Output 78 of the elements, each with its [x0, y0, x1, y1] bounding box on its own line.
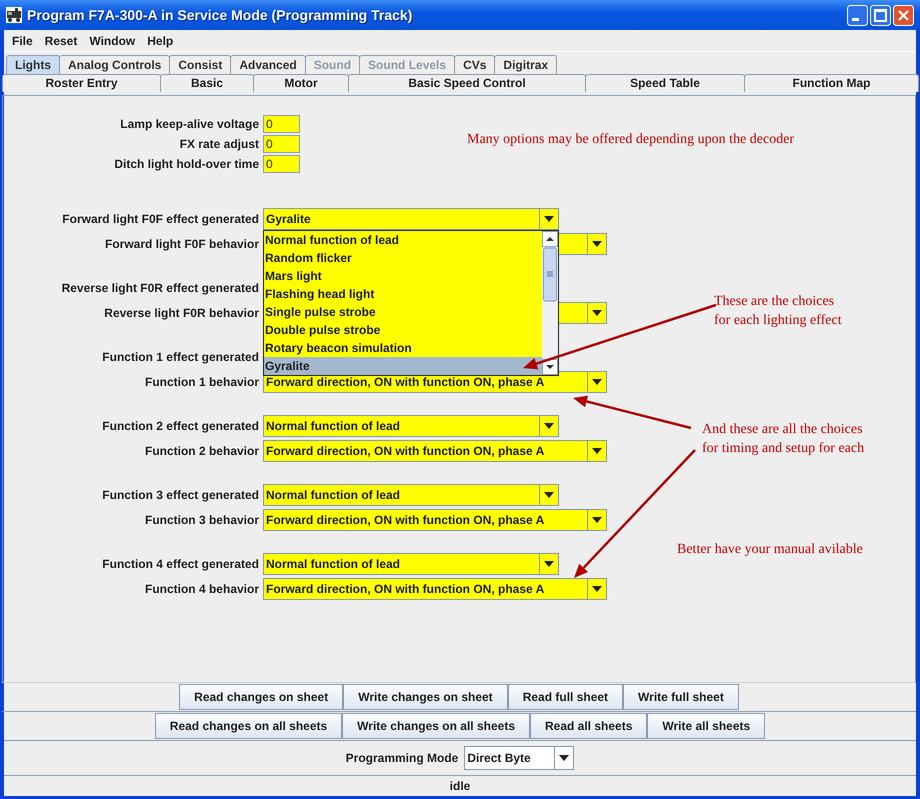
- field-label: Function 2 effect generated: [101, 418, 259, 432]
- caret-icon: [592, 586, 602, 592]
- annotation-text: for timing and setup for each: [702, 440, 864, 458]
- maximize-icon[interactable]: [870, 4, 891, 26]
- button[interactable]: Write changes on all sheets: [342, 713, 530, 739]
- field-label: Forward light F0F effect generated: [61, 212, 259, 226]
- button[interactable]: Write all sheets: [647, 713, 766, 739]
- mode-dropdown[interactable]: Direct Byte: [464, 746, 574, 770]
- window-title: Program F7A-300-A in Service Mode (Programming Track): [27, 7, 414, 23]
- field-label: FX rate adjust: [178, 137, 259, 151]
- annotation-text: Many options may be offered depending upon the decoder: [467, 131, 794, 149]
- menu-item[interactable]: File: [6, 34, 39, 48]
- dropdown-option[interactable]: Double pulse strobe: [264, 320, 542, 338]
- effect-dropdown[interactable]: Normal function of lead: [263, 552, 559, 574]
- effect-dropdown[interactable]: Gyralite: [263, 208, 559, 230]
- dropdown-option[interactable]: Single pulse strobe: [264, 302, 542, 320]
- effect-dropdown[interactable]: Normal function of lead: [263, 414, 559, 436]
- field-label: Reverse light F0R effect generated: [60, 280, 259, 294]
- field-label: Ditch light hold-over time: [113, 157, 259, 171]
- dropdown-option[interactable]: Mars light: [264, 266, 542, 284]
- field-label: Function 3 behavior: [144, 512, 259, 526]
- field-label: Programming Mode: [346, 751, 458, 765]
- tab[interactable]: Lights: [6, 55, 60, 74]
- button[interactable]: Read changes on all sheets: [154, 713, 342, 739]
- dropdown-option[interactable]: Random flicker: [264, 248, 542, 266]
- caret-icon: [544, 422, 554, 428]
- dropdown-option[interactable]: Rotary beacon simulation: [264, 338, 542, 356]
- field-label: Forward light F0F behavior: [104, 236, 259, 250]
- caret-icon: [544, 216, 554, 222]
- annotation-text: Better have your manual avilable: [677, 541, 863, 559]
- field-label: Function 1 effect generated: [101, 350, 259, 364]
- tab[interactable]: Speed Table: [585, 74, 745, 92]
- input-field[interactable]: 0: [263, 115, 300, 133]
- close-icon[interactable]: [893, 4, 914, 26]
- dropdown-option[interactable]: Gyralite: [264, 356, 542, 374]
- tab[interactable]: Roster Entry: [2, 74, 161, 92]
- input-field[interactable]: 0: [263, 135, 300, 153]
- caret-icon: [592, 448, 602, 454]
- tab[interactable]: Digitrax: [494, 55, 558, 74]
- effect-dropdown[interactable]: Normal function of lead: [263, 484, 559, 506]
- dropdown-option[interactable]: Flashing head light: [264, 284, 542, 302]
- behavior-dropdown[interactable]: Forward direction, ON with function ON, phase A: [263, 440, 607, 462]
- menu-item[interactable]: Help: [141, 34, 180, 48]
- annotation-text: for each lighting effect: [714, 312, 842, 330]
- locomotive-icon: [6, 7, 22, 23]
- behavior-dropdown[interactable]: Forward direction, ON with function ON, phase A: [263, 508, 607, 530]
- minimize-icon[interactable]: [847, 4, 868, 26]
- annotation-text: These are the choices: [714, 293, 836, 311]
- status-text: idle: [450, 779, 470, 793]
- menu-item[interactable]: Reset: [38, 34, 84, 48]
- field-label: Function 2 behavior: [144, 444, 259, 458]
- button[interactable]: Write full sheet: [623, 684, 739, 710]
- button[interactable]: Write changes on sheet: [343, 684, 508, 710]
- input-field[interactable]: 0: [263, 155, 300, 173]
- caret-icon: [592, 516, 602, 522]
- field-label: Function 4 effect generated: [101, 556, 259, 570]
- tab[interactable]: Analog Controls: [59, 55, 170, 74]
- menu-item[interactable]: Window: [83, 34, 142, 48]
- field-label: Function 4 behavior: [144, 582, 259, 596]
- button[interactable]: Read all sheets: [530, 713, 648, 739]
- button[interactable]: Read full sheet: [508, 684, 624, 710]
- button[interactable]: Read changes on sheet: [179, 684, 344, 710]
- field-label: Reverse light F0R behavior: [103, 306, 259, 320]
- field-label: Function 1 behavior: [144, 374, 259, 388]
- caret-icon: [544, 492, 554, 498]
- dropdown-option[interactable]: Normal function of lead: [264, 230, 542, 248]
- field-label: Function 3 effect generated: [101, 488, 259, 502]
- behavior-dropdown[interactable]: Forward direction, ON with function ON, phase A: [263, 578, 607, 600]
- tab[interactable]: Basic Speed Control: [348, 74, 586, 92]
- caret-icon: [544, 560, 554, 566]
- dropdown-list[interactable]: Normal function of lead Random flicker Mars light Flashing head light Single pulse strobe Double pulse strobe Rotary beacon simulation Gyralite: [263, 230, 559, 376]
- tab[interactable]: Function Map: [744, 74, 919, 92]
- field-label: Lamp keep-alive voltage: [119, 117, 259, 131]
- caret-icon: [592, 240, 602, 246]
- caret-icon: [592, 378, 602, 384]
- annotation-text: And these are all the choices: [702, 421, 864, 439]
- caret-icon: [592, 310, 602, 316]
- caret-icon: [559, 755, 570, 761]
